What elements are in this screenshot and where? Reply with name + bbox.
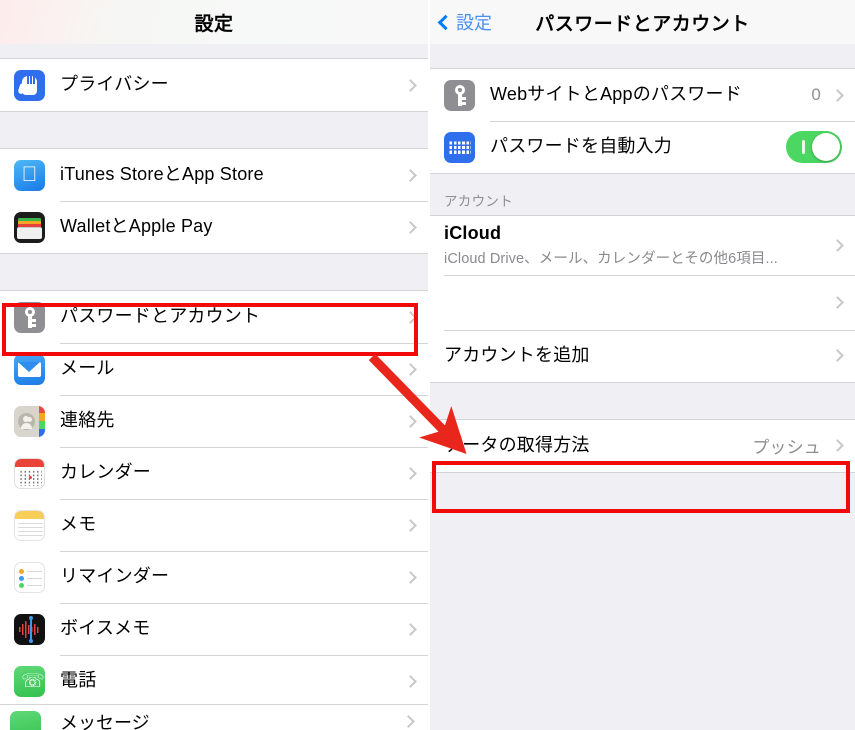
store-group:  iTunes StoreとApp Store WalletとApple Pa… [0,148,428,254]
sidebar-item-notes-label: メモ [60,514,97,535]
screenshot-root: 設定 バッテリー プライバシー [0,0,855,730]
wallet-icon [14,211,45,243]
chevron-right-icon [404,570,417,584]
chevron-right-icon [831,238,844,252]
chevron-right-icon [404,674,417,688]
chevron-right-icon [404,220,417,234]
sidebar-item-calendar-label: カレンダー [60,462,151,483]
group-gap [0,254,428,290]
sidebar-item-privacy[interactable]: プライバシー [0,59,428,111]
row-icloud-sublabel: iCloud Drive、メール、カレンダーとその他6項目... [444,250,778,267]
sidebar-item-voice-memos-label: ボイスメモ [60,618,151,639]
row-add-account-label: アカウントを追加 [444,344,590,365]
chevron-left-icon [437,14,454,30]
chevron-right-icon [404,414,417,428]
row-website-app-passwords-count: 0 [811,85,821,104]
passwords-accounts-panel: 設定 パスワードとアカウント WebサイトとAppのパスワード 0 パスワードを… [430,0,855,730]
sidebar-item-mail[interactable]: メール [0,343,428,395]
autofill-passwords-toggle[interactable] [786,131,842,163]
notes-icon [14,509,45,541]
back-button[interactable]: 設定 [437,0,492,44]
partial-row-messages[interactable]: メッセージ [0,704,428,730]
partial-row-messages-label: メッセージ [60,713,150,730]
mail-icon [14,353,45,385]
reminders-icon [14,561,45,593]
row-fetch-new-data-label: データの取得方法 [444,434,590,455]
row-autofill-passwords[interactable]: パスワードを自動入力 [430,121,855,173]
row-autofill-passwords-label: パスワードを自動入力 [490,136,672,157]
keyboard-icon [444,131,475,163]
chevron-right-icon [831,295,844,309]
chevron-right-icon [831,439,844,452]
row-website-app-passwords-label: WebサイトとAppのパスワード [490,84,742,105]
sidebar-item-reminders-label: リマインダー [60,566,170,587]
chevron-right-icon [831,349,844,362]
sidebar-item-itunes-app-store[interactable]:  iTunes StoreとApp Store [0,149,428,201]
sidebar-item-phone-label: 電話 [60,670,97,691]
sidebar-item-passwords-accounts[interactable]: パスワードとアカウント [0,291,428,343]
key-icon [14,301,45,333]
sidebar-item-calendar[interactable]: カレンダー [0,447,428,499]
row-redacted-account[interactable] [430,274,855,330]
privacy-group: プライバシー [0,58,428,112]
password-group: WebサイトとAppのパスワード 0 パスワードを自動入力 [430,68,855,174]
chevron-right-icon [404,518,417,532]
calendar-icon [14,457,45,489]
sidebar-item-reminders[interactable]: リマインダー [0,551,428,603]
row-website-app-passwords[interactable]: WebサイトとAppのパスワード 0 [430,69,855,121]
voice-memos-icon [14,613,45,645]
fetch-group: データの取得方法 プッシュ [430,418,855,473]
chevron-right-icon [404,168,417,182]
chevron-right-icon [831,88,844,102]
sidebar-item-notes[interactable]: メモ [0,499,428,551]
row-icloud-label: iCloud [444,223,502,243]
row-add-account[interactable]: アカウントを追加 [430,329,855,382]
row-icloud-account[interactable]: iCloud iCloud Drive、メール、カレンダーとその他6項目... [430,216,855,275]
row-fetch-new-data-value: プッシュ [752,438,821,458]
accounts-group: iCloud iCloud Drive、メール、カレンダーとその他6項目... … [430,215,855,383]
sidebar-item-wallet-apple-pay[interactable]: WalletとApple Pay [0,201,428,253]
chevron-right-icon [404,310,417,324]
group-gap [0,112,428,148]
row-fetch-new-data[interactable]: データの取得方法 プッシュ [430,419,855,472]
app-store-icon:  [14,159,45,191]
left-navbar: 設定 [0,0,428,44]
left-scroll-area[interactable]: バッテリー プライバシー [0,44,428,730]
chevron-right-icon [404,78,417,92]
sidebar-item-contacts[interactable]: 連絡先 [0,395,428,447]
chevron-right-icon [404,362,417,376]
messages-icon [10,711,41,730]
sidebar-item-voice-memos[interactable]: ボイスメモ [0,603,428,655]
row-icloud-text: iCloud iCloud Drive、メール、カレンダーとその他6項目... [444,216,831,275]
sidebar-item-privacy-label: プライバシー [60,74,169,95]
left-nav-title: 設定 [194,13,234,35]
settings-list-panel: 設定 バッテリー プライバシー [0,0,428,730]
phone-icon: ☏ [14,665,45,697]
row-redacted-text [444,295,831,309]
fetch-gap [430,382,855,419]
chevron-right-icon [404,466,417,480]
accounts-section-header: アカウント [430,174,855,215]
right-navbar: 設定 パスワードとアカウント [430,0,855,44]
privacy-hand-icon [14,69,45,101]
contacts-icon [14,405,45,437]
back-button-label: 設定 [456,13,492,33]
right-nav-title: パスワードとアカウント [535,13,750,35]
sidebar-item-phone[interactable]: ☏ 電話 [0,655,428,707]
sidebar-item-itunes-app-store-label: iTunes StoreとApp Store [60,164,264,185]
sidebar-item-contacts-label: 連絡先 [60,410,115,431]
right-scroll-area[interactable]: WebサイトとAppのパスワード 0 パスワードを自動入力 アカウント iClo… [430,44,855,730]
sidebar-item-passwords-accounts-label: パスワードとアカウント [60,306,261,327]
sidebar-item-mail-label: メール [60,358,115,379]
chevron-right-icon [402,715,415,728]
top-gap [430,44,855,68]
chevron-right-icon [404,622,417,636]
apps-group: パスワードとアカウント メール 連絡先 カレンダー メモ リマインダー ボイスメ… [0,290,428,708]
key-icon [444,79,475,111]
sidebar-item-wallet-apple-pay-label: WalletとApple Pay [60,216,213,237]
